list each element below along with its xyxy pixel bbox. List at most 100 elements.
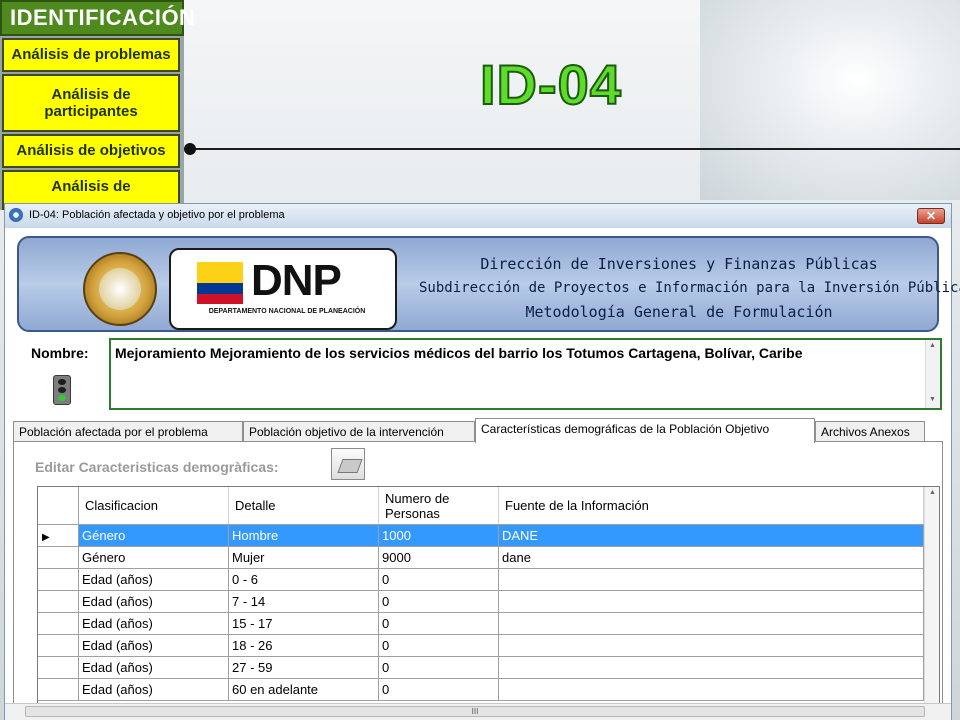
tab-poblacion-objetivo[interactable]: Población objetivo de la intervención xyxy=(243,421,475,442)
cell-fuente[interactable] xyxy=(498,678,924,701)
row-header[interactable] xyxy=(38,546,79,569)
row-header[interactable] xyxy=(38,656,79,679)
table-row[interactable]: Edad (años) 0 - 60 xyxy=(38,568,924,591)
cell-clasificacion[interactable]: Edad (años) xyxy=(78,590,229,613)
table-row[interactable]: Edad (años) 18 - 26 0 xyxy=(38,634,924,657)
cell-clasificacion[interactable]: Edad (años) xyxy=(78,678,229,701)
cell-numero[interactable]: 0 xyxy=(378,590,499,613)
tab-archivos-anexos[interactable]: Archivos Anexos xyxy=(815,421,925,442)
banner-line-1: Dirección de Inversiones y Finanzas Públ… xyxy=(480,255,878,273)
slide-id-title: ID-04 xyxy=(479,52,622,117)
cell-numero[interactable]: 0 xyxy=(378,678,499,701)
row-header[interactable] xyxy=(38,612,79,635)
tab-strip: Población afectada por el problema Pobla… xyxy=(13,418,943,443)
col-numero-personas[interactable]: Numero de Personas xyxy=(378,487,499,525)
cell-fuente[interactable] xyxy=(498,568,924,591)
cell-detalle[interactable]: 60 en adelante xyxy=(228,678,379,701)
tab-caracteristicas-demograficas[interactable]: Características demográficas de la Pobla… xyxy=(475,418,815,443)
hscroll-thumb[interactable]: III xyxy=(25,706,925,717)
cell-numero[interactable]: 0 xyxy=(378,634,499,657)
slide-divider-dot xyxy=(184,143,196,155)
dnp-logo-box: DNP DEPARTAMENTO NACIONAL DE PLANEACIÓN xyxy=(169,248,397,330)
row-header[interactable] xyxy=(38,678,79,701)
tab-poblacion-afectada[interactable]: Población afectada por el problema xyxy=(13,421,243,442)
cell-clasificacion[interactable]: Edad (años) xyxy=(78,612,229,635)
cell-numero[interactable]: 0 xyxy=(378,612,499,635)
table-row[interactable]: Edad (años) 15 - 17 0 xyxy=(38,612,924,635)
banner-line-3: Metodología General de Formulación xyxy=(525,303,833,321)
grid-corner xyxy=(38,487,79,525)
scroll-down-icon[interactable]: ▼ xyxy=(929,396,936,403)
colombia-seal-icon xyxy=(83,252,157,326)
cell-detalle[interactable]: 18 - 26 xyxy=(228,634,379,657)
scroll-up-icon[interactable]: ▲ xyxy=(929,342,936,349)
row-pointer-icon: ▶ xyxy=(42,532,50,543)
grid-scrollbar[interactable]: ▲ xyxy=(924,487,939,719)
nombre-scrollbar[interactable]: ▲ ▼ xyxy=(925,340,940,408)
dialog-window: ID-04: Población afectada y objetivo por… xyxy=(4,203,960,720)
nombre-value: Mejoramiento Mejoramiento de los servici… xyxy=(115,345,803,361)
cell-numero[interactable]: 1000 xyxy=(378,524,499,547)
table-row[interactable]: Edad (años) 7 - 14 0 xyxy=(38,590,924,613)
close-button[interactable]: ✕ xyxy=(917,208,945,224)
row-header[interactable] xyxy=(38,634,79,657)
pencil-icon xyxy=(337,459,363,473)
colombia-flag-icon xyxy=(197,262,243,304)
row-header[interactable] xyxy=(38,590,79,613)
dnp-logo-text: DNP xyxy=(251,256,342,305)
table-row[interactable]: ▶ Género Hombre 1000 DANE xyxy=(38,524,924,547)
col-fuente[interactable]: Fuente de la Información xyxy=(498,487,924,525)
cell-fuente[interactable] xyxy=(498,590,924,613)
nombre-field[interactable]: Mejoramiento Mejoramiento de los servici… xyxy=(109,338,942,410)
slide-divider xyxy=(190,148,960,150)
nav-title: IDENTIFICACIÓN xyxy=(0,0,195,36)
window-hscrollbar[interactable]: III xyxy=(5,703,951,720)
cell-detalle[interactable]: Mujer xyxy=(228,546,379,569)
cell-fuente[interactable] xyxy=(498,634,924,657)
table-row[interactable]: Género Mujer 9000 dane xyxy=(38,546,924,569)
cell-clasificacion[interactable]: Edad (años) xyxy=(78,568,229,591)
demographics-table: Clasificacion Detalle Numero de Personas… xyxy=(38,487,924,701)
edit-demographics-button[interactable] xyxy=(331,448,365,480)
cell-clasificacion[interactable]: Género xyxy=(78,546,229,569)
edit-label: Editar Caracteristicas demogràficas: xyxy=(35,459,279,475)
table-row[interactable]: Edad (años) 60 en adelante 0 xyxy=(38,678,924,701)
cell-detalle[interactable]: 7 - 14 xyxy=(228,590,379,613)
nav-analisis-problemas[interactable]: Análisis de problemas xyxy=(2,38,180,72)
banner-headings: Dirección de Inversiones y Finanzas Públ… xyxy=(419,252,960,324)
col-detalle[interactable]: Detalle xyxy=(228,487,379,525)
slide-nav: IDENTIFICACIÓN Análisis de problemas Aná… xyxy=(0,0,195,210)
seal-emblem-icon xyxy=(99,268,141,310)
app-icon xyxy=(9,208,23,222)
dnp-banner: DNP DEPARTAMENTO NACIONAL DE PLANEACIÓN … xyxy=(17,236,960,332)
demographics-grid: Clasificacion Detalle Numero de Personas… xyxy=(37,486,940,720)
traffic-light-icon xyxy=(53,375,71,405)
cell-detalle[interactable]: 27 - 59 xyxy=(228,656,379,679)
cell-fuente[interactable] xyxy=(498,656,924,679)
cell-detalle[interactable]: 0 - 6 xyxy=(228,568,379,591)
nav-analisis-participantes[interactable]: Análisis de participantes xyxy=(2,74,180,132)
banner-line-2: Subdirección de Proyectos e Información … xyxy=(419,280,960,296)
cell-fuente[interactable]: dane xyxy=(498,546,924,569)
col-clasificacion[interactable]: Clasificacion xyxy=(78,487,229,525)
cell-numero[interactable]: 0 xyxy=(378,656,499,679)
scroll-up-icon[interactable]: ▲ xyxy=(929,489,936,496)
cell-detalle[interactable]: Hombre xyxy=(228,524,379,547)
window-client: DNP DEPARTAMENTO NACIONAL DE PLANEACIÓN … xyxy=(5,228,960,720)
cell-detalle[interactable]: 15 - 17 xyxy=(228,612,379,635)
nav-analisis-objetivos[interactable]: Análisis de objetivos xyxy=(2,134,180,168)
slide-photo xyxy=(700,0,960,200)
dnp-subtitle: DEPARTAMENTO NACIONAL DE PLANEACIÓN xyxy=(208,308,366,315)
cell-clasificacion[interactable]: Edad (años) xyxy=(78,634,229,657)
row-header[interactable]: ▶ xyxy=(38,524,79,547)
cell-fuente[interactable] xyxy=(498,612,924,635)
cell-numero[interactable]: 9000 xyxy=(378,546,499,569)
table-row[interactable]: Edad (años) 27 - 59 0 xyxy=(38,656,924,679)
cell-fuente[interactable]: DANE xyxy=(498,524,924,547)
cell-clasificacion[interactable]: Edad (años) xyxy=(78,656,229,679)
title-bar: ID-04: Población afectada y objetivo por… xyxy=(5,204,951,229)
cell-numero[interactable]: 0 xyxy=(378,568,499,591)
row-header[interactable] xyxy=(38,568,79,591)
window-title: ID-04: Población afectada y objetivo por… xyxy=(29,209,285,221)
cell-clasificacion[interactable]: Género xyxy=(78,524,229,547)
